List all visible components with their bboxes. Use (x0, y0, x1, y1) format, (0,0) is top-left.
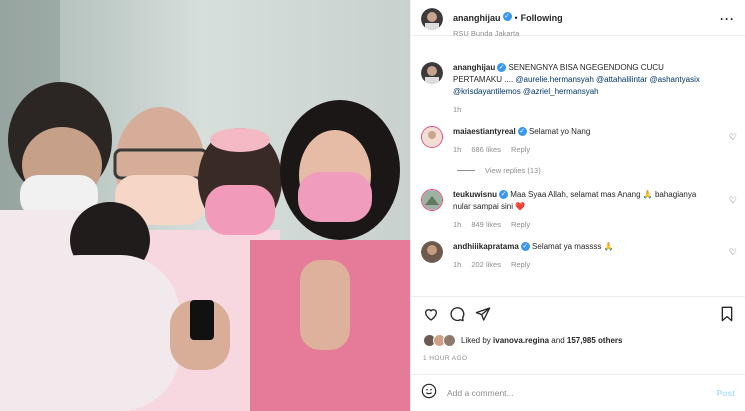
family-photo (0, 0, 410, 411)
verified-icon: ✓ (517, 127, 527, 137)
separator-dot: • (514, 13, 518, 23)
comment-meta: 1h 686 likes Reply (453, 145, 531, 154)
comment-body: Selamat ya massss 🙏 (532, 242, 614, 251)
liker-avatar (443, 334, 456, 347)
likes-and: and (551, 336, 565, 345)
author-username[interactable]: ananghijau (453, 13, 501, 23)
author-avatar[interactable] (421, 8, 443, 30)
bookmark-icon[interactable] (719, 306, 735, 327)
liker-username[interactable]: ivanova.regina (493, 336, 549, 345)
likes-count[interactable]: 157,985 others (567, 336, 623, 345)
more-icon[interactable]: ··· (720, 12, 735, 26)
caption-username[interactable]: ananghijau (453, 63, 495, 72)
follow-status-button[interactable]: Following (521, 13, 563, 23)
commenter-username[interactable]: maiaestiantyreal (453, 127, 516, 136)
comment-body: Selamat yo Nang (528, 127, 591, 136)
post-photo[interactable] (0, 0, 410, 411)
comment-item: andhiiikapratama ✓ Selamat ya massss 🙏 1h… (411, 241, 745, 271)
comment-text: teukuwisnu ✓ Maa Syaa Allah, selamat mas … (453, 189, 715, 231)
comment-likes[interactable]: 202 likes (471, 260, 501, 269)
comment-input[interactable]: Add a comment... (447, 388, 717, 398)
commenter-avatar[interactable] (421, 126, 443, 148)
add-comment-bar: Add a comment... Post (411, 374, 745, 411)
heart-icon[interactable] (423, 306, 439, 327)
caption-avatar[interactable] (421, 62, 443, 84)
likes-prefix: Liked by (461, 336, 491, 345)
commenter-avatar[interactable] (421, 241, 443, 263)
post-timestamp[interactable]: 1 HOUR AGO (423, 355, 467, 362)
comment-text: maiaestiantyreal ✓ Selamat yo Nang 1h 686 … (453, 126, 715, 156)
comment-meta: 1h 202 likes Reply (453, 260, 531, 269)
comment-item: teukuwisnu ✓ Maa Syaa Allah, selamat mas … (411, 189, 745, 231)
verified-icon: ✓ (520, 242, 530, 252)
comment-likes[interactable]: 849 likes (471, 220, 501, 229)
caption-text: ananghijau ✓ SENENGNYA BISA NGEGENDONG CU… (453, 62, 715, 116)
share-icon[interactable] (475, 306, 491, 327)
heart-icon[interactable]: ♡ (729, 132, 737, 143)
header-text: ananghijau ✓ • Following RSU Bunda Jakarta (453, 8, 563, 38)
commenter-username[interactable]: teukuwisnu (453, 190, 497, 199)
heart-icon[interactable]: ♡ (729, 195, 737, 206)
commenter-username[interactable]: andhiiikapratama (453, 242, 519, 251)
reply-button[interactable]: Reply (511, 220, 530, 229)
caption-time: 1h (453, 105, 462, 114)
likes-summary[interactable]: Liked by ivanova.regina and 157,985 othe… (423, 334, 622, 347)
post-header: ananghijau ✓ • Following RSU Bunda Jakarta … (411, 0, 745, 38)
comment-icon[interactable] (449, 306, 465, 327)
comments-list[interactable]: ananghijau ✓ SENENGNYA BISA NGEGENDONG CU… (411, 52, 745, 298)
comment-item: maiaestiantyreal ✓ Selamat yo Nang 1h 686 … (411, 126, 745, 156)
verified-icon: ✓ (497, 63, 507, 73)
location-link[interactable]: RSU Bunda Jakarta (453, 29, 563, 38)
view-replies[interactable]: View replies (13) (411, 166, 745, 175)
reply-button[interactable]: Reply (511, 145, 530, 154)
comment-text: andhiiikapratama ✓ Selamat ya massss 🙏 1h… (453, 241, 715, 271)
caption: ananghijau ✓ SENENGNYA BISA NGEGENDONG CU… (411, 62, 745, 116)
comment-meta: 1h 849 likes Reply (453, 220, 531, 229)
post-sidebar: ananghijau ✓ • Following RSU Bunda Jakarta … (410, 0, 745, 411)
verified-icon: ✓ (499, 190, 509, 200)
verified-icon: ✓ (502, 12, 512, 22)
post-button[interactable]: Post (717, 388, 735, 398)
smiley-icon[interactable] (421, 383, 437, 404)
instagram-post-view: ananghijau ✓ • Following RSU Bunda Jakarta … (0, 0, 745, 411)
commenter-avatar[interactable] (421, 189, 443, 211)
comment-likes[interactable]: 686 likes (471, 145, 501, 154)
action-bar (411, 296, 745, 333)
heart-icon[interactable]: ♡ (729, 247, 737, 258)
reply-button[interactable]: Reply (511, 260, 530, 269)
